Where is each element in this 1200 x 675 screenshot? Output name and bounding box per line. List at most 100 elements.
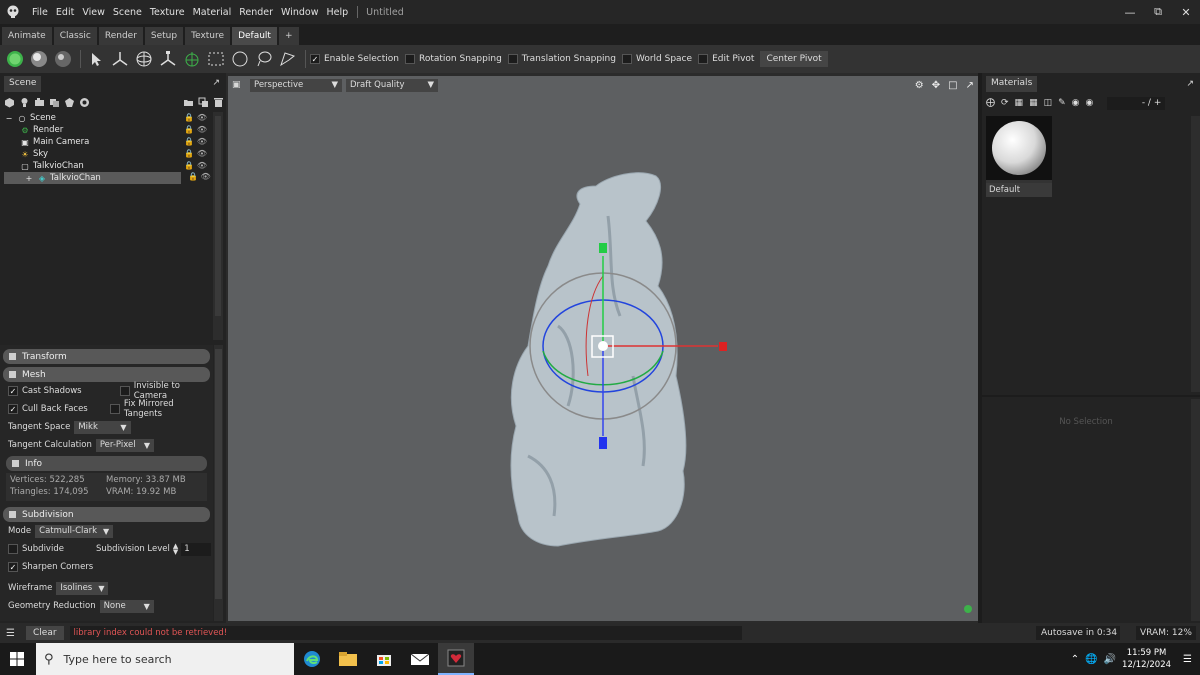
render-green-sphere-icon[interactable] [4, 48, 26, 70]
transform-gizmo-icon[interactable] [181, 48, 203, 70]
apply-icon[interactable]: ◉ [1072, 98, 1080, 108]
rotation-snapping-checkbox[interactable]: Rotation Snapping [405, 54, 502, 64]
add-camera-icon[interactable] [34, 97, 45, 108]
menu-window[interactable]: Window [277, 7, 322, 18]
tree-item-main-camera[interactable]: ▣ Main Camera 🔒 👁 [0, 136, 213, 148]
lock-visibility-icons[interactable]: 🔒 👁 [184, 149, 207, 158]
lock-visibility-icons[interactable]: 🔒 👁 [184, 125, 207, 134]
minimize-icon[interactable]: — [1116, 0, 1144, 24]
taskbar-search[interactable]: ⚲ Type here to search [36, 643, 294, 675]
tree-item-talkviochan-mesh[interactable]: + ◈ TalkvioChan [4, 172, 181, 184]
popout-icon[interactable]: ↗ [1186, 79, 1194, 89]
tree-item-render[interactable]: ⚙ Render 🔒 👁 [0, 124, 213, 136]
add-object-icon[interactable] [4, 97, 15, 108]
tab-render[interactable]: Render [98, 27, 143, 45]
tab-classic[interactable]: Classic [53, 27, 97, 45]
material-counter-field[interactable]: - / + [1107, 96, 1166, 110]
log-list-icon[interactable]: ☰ [6, 628, 22, 639]
enable-selection-checkbox[interactable]: ✓ Enable Selection [310, 54, 399, 64]
viewport[interactable]: ▣ Perspective ▼ Draft Quality ▼ ⚙ ✥ □ ↗ [228, 76, 978, 621]
fix-mirrored-tangents-checkbox[interactable]: Fix Mirrored Tangents [110, 399, 213, 419]
folder-icon[interactable] [183, 97, 194, 108]
translation-snapping-checkbox[interactable]: Translation Snapping [507, 54, 616, 64]
move-tool-icon[interactable] [109, 48, 131, 70]
geo-reduction-dropdown[interactable]: None ▼ [99, 599, 154, 613]
menu-file[interactable]: File [28, 7, 52, 18]
checker-icon[interactable]: ▦ [1015, 98, 1024, 108]
folder-icon[interactable]: ▦ [1029, 98, 1038, 108]
close-icon[interactable]: ✕ [1172, 0, 1200, 24]
tree-item-talkviochan[interactable]: ▢ TalkvioChan 🔒 👁 [0, 160, 213, 172]
scene-scrollbar[interactable] [213, 112, 223, 340]
expand-icon[interactable]: + [24, 173, 34, 183]
link-icon[interactable]: ◉ [1086, 98, 1094, 108]
add-group-icon[interactable] [49, 97, 60, 108]
notifications-icon[interactable]: ☰ [1183, 654, 1192, 665]
windows-start-icon[interactable] [10, 652, 24, 669]
matte-sphere-icon[interactable] [52, 48, 74, 70]
materials-scrollbar[interactable] [1191, 116, 1200, 392]
trash-icon[interactable]: ◫ [1044, 98, 1053, 108]
chevron-up-icon[interactable]: ⌃ [1071, 654, 1079, 665]
lock-visibility-icons[interactable]: 🔒 👁 [184, 161, 207, 170]
volume-icon[interactable]: 🔊 [1104, 654, 1116, 665]
tab-setup[interactable]: Setup [144, 27, 184, 45]
collapse-icon[interactable]: − [4, 113, 14, 123]
mail-icon[interactable] [402, 643, 438, 675]
tangent-calc-dropdown[interactable]: Per-Pixel ▼ [95, 438, 155, 452]
store-icon[interactable] [366, 643, 402, 675]
wireframe-dropdown[interactable]: Isolines ▼ [56, 581, 109, 595]
duplicate-icon[interactable] [198, 97, 209, 108]
rect-select-icon[interactable] [205, 48, 227, 70]
clear-button[interactable]: Clear [26, 626, 64, 640]
cull-back-faces-checkbox[interactable]: ✓ [8, 404, 18, 414]
cast-shadows-checkbox[interactable]: ✓ [8, 386, 18, 396]
menu-view[interactable]: View [78, 7, 109, 18]
clock[interactable]: 11:59 PM 12/12/2024 [1122, 647, 1171, 671]
network-icon[interactable]: 🌐 [1085, 654, 1097, 665]
tangent-space-dropdown[interactable]: Mikk ▼ [74, 420, 131, 434]
add-tab-button[interactable]: + [278, 27, 299, 45]
subdivide-checkbox[interactable] [8, 544, 18, 554]
lock-visibility-icons[interactable]: 🔒 👁 [184, 113, 207, 122]
scale-tool-icon[interactable] [157, 48, 179, 70]
maximize-icon[interactable]: ⧉ [1144, 0, 1172, 24]
add-fx-icon[interactable] [79, 97, 90, 108]
paint-icon[interactable]: ✎ [1058, 98, 1066, 108]
popout-icon[interactable]: ↗ [212, 78, 220, 88]
circle-select-icon[interactable] [229, 48, 251, 70]
subdivision-section-header[interactable]: Subdivision [3, 507, 210, 522]
mesh-section-header[interactable]: Mesh [3, 367, 210, 382]
shaded-sphere-icon[interactable] [28, 48, 50, 70]
rotate-tool-icon[interactable] [133, 48, 155, 70]
scene-tab[interactable]: Scene [4, 76, 42, 92]
center-pivot-button[interactable]: Center Pivot [760, 51, 828, 67]
menu-help[interactable]: Help [323, 7, 353, 18]
file-explorer-icon[interactable] [330, 643, 366, 675]
tree-item-scene[interactable]: − ○ Scene 🔒 👁 [0, 112, 213, 124]
menu-edit[interactable]: Edit [52, 7, 78, 18]
properties-scrollbar[interactable] [214, 345, 223, 621]
material-thumbnail-default[interactable]: Default [986, 116, 1052, 197]
menu-render[interactable]: Render [235, 7, 277, 18]
lock-visibility-icons[interactable]: 🔒 👁 [184, 137, 207, 146]
mode-dropdown[interactable]: Catmull-Clark ▼ [35, 524, 114, 538]
menu-texture[interactable]: Texture [146, 7, 189, 18]
tree-item-sky[interactable]: ☀ Sky 🔒 👁 [0, 148, 213, 160]
materials-lower-scrollbar[interactable] [1191, 399, 1200, 621]
world-space-checkbox[interactable]: World Space [621, 54, 692, 64]
trash-icon[interactable] [213, 97, 224, 108]
stepper-arrows-icon[interactable]: ▲ ▼ [173, 543, 178, 556]
lasso-select-icon[interactable] [253, 48, 275, 70]
tab-animate[interactable]: Animate [2, 27, 52, 45]
tab-default[interactable]: Default [232, 27, 277, 45]
add-material-icon[interactable]: ⨁ [986, 98, 995, 108]
materials-tab[interactable]: Materials [986, 76, 1038, 92]
transform-section-header[interactable]: Transform [3, 349, 210, 364]
menu-material[interactable]: Material [189, 7, 236, 18]
edge-icon[interactable] [294, 643, 330, 675]
lock-visibility-icons[interactable]: 🔒 👁 [188, 172, 211, 181]
paint-select-icon[interactable] [277, 48, 299, 70]
tab-texture[interactable]: Texture [185, 27, 231, 45]
import-material-icon[interactable]: ⟳ [1001, 98, 1009, 108]
